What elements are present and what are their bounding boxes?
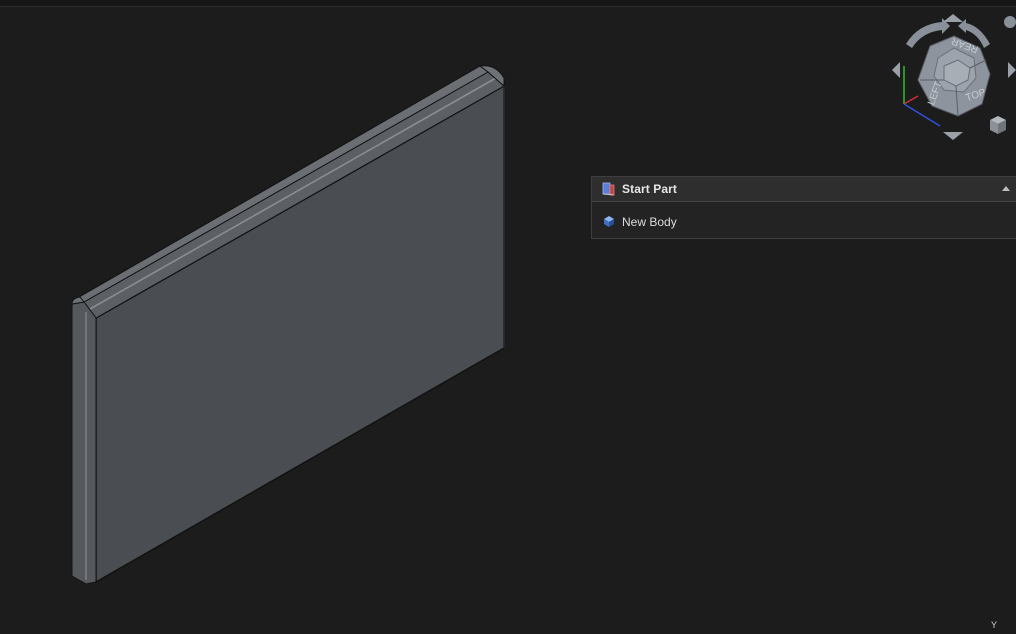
panel-item-new-body[interactable]: New Body <box>592 202 1016 239</box>
3d-viewport[interactable]: TOP LEFT REAR Start Part New Body Y <box>0 0 1016 634</box>
arrow-left-icon[interactable] <box>892 62 900 78</box>
viewcube-menu-icon[interactable] <box>1004 16 1016 28</box>
part-icon <box>602 182 615 196</box>
arrow-right-icon[interactable] <box>1008 62 1016 78</box>
panel-title: Start Part <box>622 182 678 196</box>
view-cube[interactable]: TOP LEFT REAR <box>880 8 1016 148</box>
command-panel: Start Part New Body <box>591 176 1016 239</box>
home-view-icon[interactable] <box>990 116 1006 134</box>
model-left-side[interactable] <box>71 301 97 585</box>
body-icon <box>604 216 614 227</box>
arrow-down-icon[interactable] <box>943 132 963 140</box>
model-view[interactable] <box>0 0 1016 634</box>
axis-indicator-label: Y <box>991 620 998 630</box>
panel-header[interactable]: Start Part <box>592 177 1016 202</box>
collapse-arrow-icon[interactable] <box>1002 186 1010 191</box>
arrow-up-icon[interactable] <box>943 14 963 22</box>
axis-x-line <box>903 95 919 105</box>
model-front-face[interactable] <box>95 84 505 584</box>
panel-item-label: New Body <box>622 215 677 229</box>
